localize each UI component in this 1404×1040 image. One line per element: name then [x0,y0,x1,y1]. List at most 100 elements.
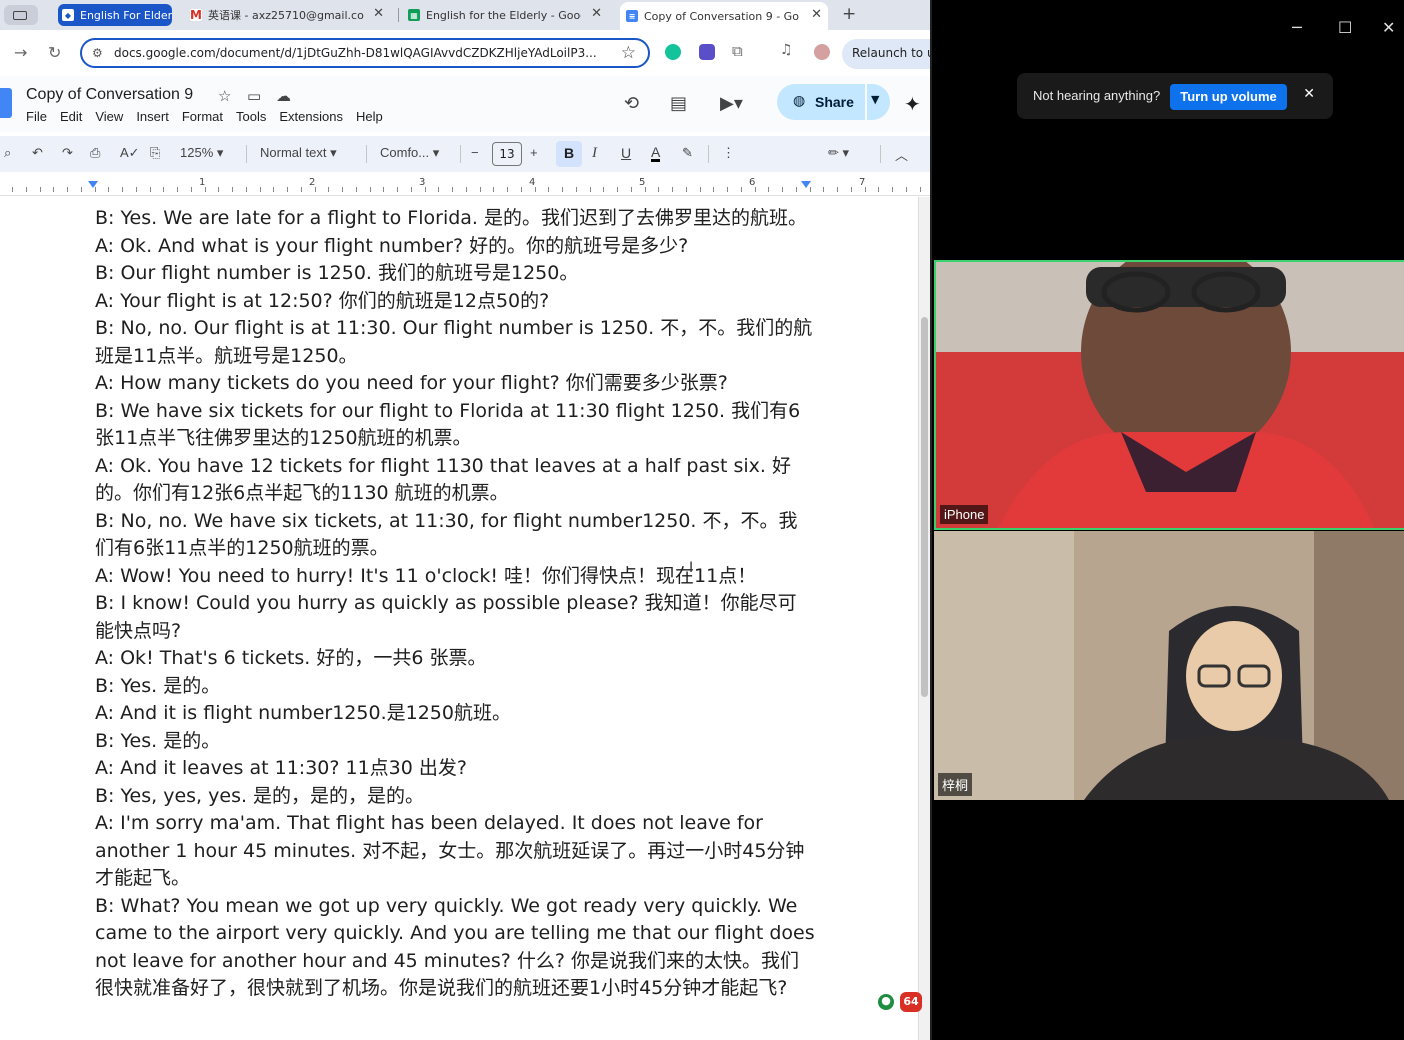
document-paragraph[interactable]: B: Yes. 是的。 [95,728,815,756]
participant-video-tile[interactable]: iPhone [934,260,1404,530]
undo-icon[interactable]: ↶ [32,145,43,161]
ruler-tick [25,187,27,192]
left-indent-marker[interactable] [88,181,98,188]
version-history-icon[interactable]: ⟲ [624,93,639,114]
document-paragraph[interactable]: B: Our flight number is 1250. 我们的航班号是125… [95,260,815,288]
bookmark-star-icon[interactable]: ☆ [621,43,636,63]
shield-extension-icon[interactable] [699,44,715,60]
tab-sheets[interactable]: ▦ English for the Elderly - Goog ✕ [408,4,608,26]
document-paragraph[interactable]: B: No, no. Our flight is at 11:30. Our f… [95,315,815,370]
underline-button[interactable]: U [621,145,631,161]
share-button[interactable]: ◍ Share ▼ [777,84,890,120]
ruler-tick [204,187,206,192]
maximize-icon[interactable]: ☐ [1338,18,1352,37]
spellcheck-icon[interactable]: A✓ [120,145,140,161]
forward-icon[interactable]: → [14,43,27,62]
close-tab-icon[interactable]: ✕ [811,7,822,22]
tab-gmail[interactable]: M 英语课 - axz25710@gmail.co ✕ [190,4,390,26]
bold-button[interactable]: B [556,141,582,167]
participant-video-tile[interactable]: 梓桐 [934,531,1404,800]
document-paragraph[interactable]: B: What? You mean we got up very quickly… [95,893,815,1003]
address-bar[interactable]: ⚙ docs.google.com/document/d/1jDtGuZhh-D… [80,38,650,68]
document-paragraph[interactable]: A: I'm sorry ma'am. That flight has been… [95,810,815,893]
menu-help[interactable]: Help [356,109,383,124]
font-select[interactable]: Comfo... ▾ [380,145,439,161]
close-tab-icon[interactable]: ✕ [373,6,384,21]
search-menus-icon[interactable]: ⌕ [4,145,11,161]
ruler-tick [617,187,618,192]
highlight-pen-icon[interactable]: ✎ [682,145,693,161]
document-paragraph[interactable]: B: Yes. 是的。 [95,673,815,701]
scrollbar-thumb[interactable] [921,317,928,697]
document-body[interactable]: B: Yes. We are late for a flight to Flor… [95,205,815,1003]
close-banner-icon[interactable]: ✕ [1303,86,1315,102]
document-paragraph[interactable]: A: Ok. You have 12 tickets for flight 11… [95,453,815,508]
paragraph-style-select[interactable]: Normal text ▾ [260,145,337,161]
document-paragraph[interactable]: A: Ok! That's 6 tickets. 好的，一共6 张票。 [95,645,815,673]
tab-english-for-elderly-zoom[interactable]: ◆ English For Elderl [58,4,172,26]
document-paragraph[interactable]: B: Yes, yes, yes. 是的，是的，是的。 [95,783,815,811]
menu-extensions[interactable]: Extensions [279,109,343,124]
extensions-puzzle-icon[interactable]: ⧉ [732,42,743,60]
relaunch-button[interactable]: Relaunch to u [842,39,930,69]
menu-tools[interactable]: Tools [236,109,266,124]
grammar-check-icon[interactable]: ● [878,994,894,1010]
menu-file[interactable]: File [26,109,47,124]
document-paragraph[interactable]: A: Ok. And what is your flight number? 好… [95,233,815,261]
ruler-tick [424,187,426,192]
tab-search-button[interactable] [4,5,38,25]
docs-logo-icon[interactable] [0,88,12,118]
reload-icon[interactable]: ↻ [48,43,61,62]
font-size-input[interactable]: 13 [492,142,522,166]
document-paragraph[interactable]: B: I know! Could you hurry as quickly as… [95,590,815,645]
italic-button[interactable]: I [592,145,597,162]
menu-insert[interactable]: Insert [136,109,169,124]
new-tab-icon[interactable]: + [842,4,856,24]
minimize-icon[interactable]: ─ [1292,18,1302,37]
document-paragraph[interactable]: B: Yes. We are late for a flight to Flor… [95,205,815,233]
grammar-badge[interactable]: ● 64 [874,990,924,1018]
decrease-font-size-icon[interactable]: − [471,145,479,160]
chevron-down-icon[interactable]: ▼ [871,93,879,106]
document-title[interactable]: Copy of Conversation 9 [26,86,193,104]
document-paragraph[interactable]: A: Your flight is at 12:50? 你们的航班是12点50的… [95,288,815,316]
more-options-icon[interactable]: ⋮ [722,145,735,161]
editing-mode-pencil-icon[interactable]: ✏ ▾ [828,145,849,161]
ruler-tick [80,187,82,192]
suggestion-count[interactable]: 64 [900,992,922,1012]
document-paragraph[interactable]: A: Wow! You need to hurry! It's 11 o'clo… [95,563,815,591]
turn-up-volume-button[interactable]: Turn up volume [1170,84,1287,110]
redo-icon[interactable]: ↷ [62,145,73,161]
paint-format-icon[interactable]: ⎘ [150,145,160,161]
site-info-icon[interactable]: ⚙ [92,46,103,60]
document-paragraph[interactable]: B: We have six tickets for our flight to… [95,398,815,453]
document-paragraph[interactable]: B: No, no. We have six tickets, at 11:30… [95,508,815,563]
move-folder-icon[interactable]: ▭ [247,87,261,105]
meet-video-icon[interactable]: ▶▾ [720,93,743,114]
document-paragraph[interactable]: A: And it leaves at 11:30? 11点30 出发? [95,755,815,783]
increase-font-size-icon[interactable]: + [530,145,538,160]
zoom-select[interactable]: 125% ▾ [180,145,223,161]
menu-edit[interactable]: Edit [60,109,82,124]
ruler[interactable]: 1 2 3 4 5 6 7 [0,174,930,196]
tab-docs-active[interactable]: ≡ Copy of Conversation 9 - Goo ✕ [620,2,828,30]
document-page[interactable]: B: Yes. We are late for a flight to Flor… [0,197,918,1040]
collapse-menus-chevron-icon[interactable]: ︿ [895,145,908,164]
close-window-icon[interactable]: ✕ [1382,18,1395,37]
menu-view[interactable]: View [95,109,123,124]
ruler-tick [383,187,385,192]
document-paragraph[interactable]: A: And it is flight number1250.是1250航班。 [95,700,815,728]
document-scrollbar[interactable] [918,197,930,1040]
gemini-sparkle-icon[interactable]: ✦ [904,92,921,116]
ruler-tick [122,187,123,192]
grammarly-extension-icon[interactable] [665,44,681,60]
document-paragraph[interactable]: A: How many tickets do you need for your… [95,370,815,398]
media-control-icon[interactable]: ♫ [780,42,793,58]
star-icon[interactable]: ☆ [218,87,231,105]
text-color-button[interactable]: A [651,145,661,162]
close-tab-icon[interactable]: ✕ [591,6,602,21]
profile-avatar[interactable] [814,44,830,60]
print-icon[interactable]: ⎙ [90,145,100,161]
menu-format[interactable]: Format [182,109,223,124]
comments-icon[interactable]: ▤ [670,93,687,114]
